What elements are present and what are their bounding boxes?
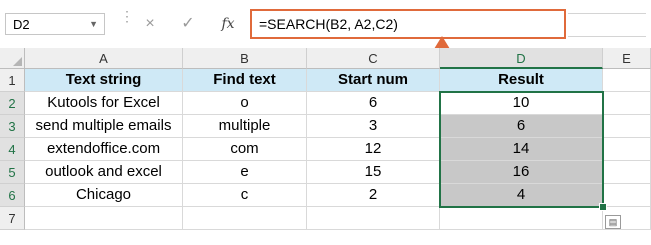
result-cell[interactable]: 4 — [440, 184, 603, 207]
table-cell[interactable]: send multiple emails — [25, 115, 183, 138]
column-header-b[interactable]: B — [183, 48, 307, 69]
formula-bar-area: D2 ▼ ⋮ × ✓ fx =SEARCH(B2, A2,C2) — [0, 0, 651, 49]
table-cell[interactable]: Chicago — [25, 184, 183, 207]
column-header-c[interactable]: C — [307, 48, 440, 69]
table-cell[interactable]: 6 — [307, 92, 440, 115]
table-header-cell[interactable]: Result — [440, 69, 603, 92]
table-cell[interactable]: 12 — [307, 138, 440, 161]
table-cell[interactable]: outlook and excel — [25, 161, 183, 184]
row-header-3[interactable]: 3 — [0, 115, 25, 138]
empty-cell[interactable] — [183, 207, 307, 230]
empty-cell[interactable] — [307, 207, 440, 230]
result-cell[interactable]: 6 — [440, 115, 603, 138]
row-header-4[interactable]: 4 — [0, 138, 25, 161]
column-header-a[interactable]: A — [25, 48, 183, 69]
table-cell[interactable]: 2 — [307, 184, 440, 207]
empty-cell[interactable] — [603, 115, 651, 138]
column-header-d[interactable]: D — [440, 48, 603, 69]
result-cell[interactable]: 10 — [440, 92, 603, 115]
empty-cell[interactable] — [603, 138, 651, 161]
chevron-down-icon[interactable]: ▼ — [89, 19, 98, 29]
row-header-1[interactable]: 1 — [0, 69, 25, 92]
close-icon[interactable]: × — [137, 13, 163, 35]
empty-cell[interactable] — [603, 92, 651, 115]
name-box-value: D2 — [13, 17, 30, 32]
table-cell[interactable]: Kutools for Excel — [25, 92, 183, 115]
table-cell[interactable]: extendoffice.com — [25, 138, 183, 161]
quick-analysis-icon[interactable]: ▤ — [605, 215, 621, 229]
empty-cell[interactable] — [603, 69, 651, 92]
result-cell[interactable]: 16 — [440, 161, 603, 184]
row-header-6[interactable]: 6 — [0, 184, 25, 207]
empty-cell[interactable] — [603, 184, 651, 207]
row-header-7[interactable]: 7 — [0, 207, 25, 230]
empty-cell[interactable] — [603, 161, 651, 184]
checkmark-icon[interactable]: ✓ — [175, 13, 201, 35]
formula-bar-extension[interactable] — [568, 13, 646, 37]
column-header-e[interactable]: E — [603, 48, 651, 69]
table-cell[interactable]: com — [183, 138, 307, 161]
table-header-cell[interactable]: Start num — [307, 69, 440, 92]
table-header-cell[interactable]: Find text — [183, 69, 307, 92]
table-cell[interactable]: e — [183, 161, 307, 184]
row-header-2[interactable]: 2 — [0, 92, 25, 115]
table-header-cell[interactable]: Text string — [25, 69, 183, 92]
row-header-5[interactable]: 5 — [0, 161, 25, 184]
formula-input[interactable]: =SEARCH(B2, A2,C2) — [250, 9, 566, 39]
function-icon[interactable]: fx — [215, 13, 241, 35]
fill-handle[interactable] — [599, 203, 607, 211]
table-cell[interactable]: 3 — [307, 115, 440, 138]
formula-text: =SEARCH(B2, A2,C2) — [259, 16, 398, 32]
table-cell[interactable]: c — [183, 184, 307, 207]
name-box[interactable]: D2 ▼ — [5, 13, 105, 35]
empty-cell[interactable] — [25, 207, 183, 230]
table-cell[interactable]: multiple — [183, 115, 307, 138]
drag-handle-icon[interactable]: ⋮ — [120, 9, 135, 23]
table-cell[interactable]: 15 — [307, 161, 440, 184]
select-all-corner[interactable] — [0, 48, 25, 69]
formula-buttons: × ✓ fx — [137, 13, 245, 35]
table-cell[interactable]: o — [183, 92, 307, 115]
result-cell[interactable]: 14 — [440, 138, 603, 161]
empty-cell[interactable] — [440, 207, 603, 230]
